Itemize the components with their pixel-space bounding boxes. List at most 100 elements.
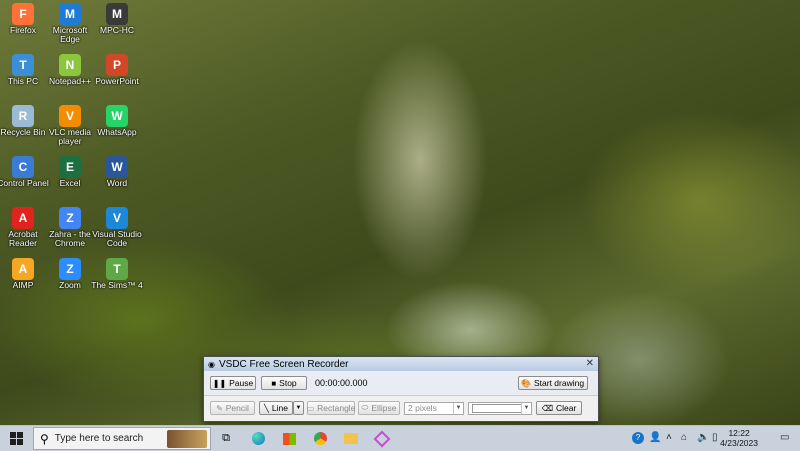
- rectangle-button[interactable]: ▭ Rectangle: [307, 401, 355, 415]
- this-pc-icon: T: [12, 54, 34, 76]
- search-icon: ⚲: [40, 431, 49, 446]
- network-icon[interactable]: ⌂: [681, 432, 687, 443]
- language-icon[interactable]: ▯: [712, 432, 718, 443]
- firefox-icon: F: [12, 3, 34, 25]
- edge-icon: [251, 432, 265, 445]
- taskbar-file-explorer[interactable]: [343, 430, 359, 447]
- recorder-drawing-row: ✎ Pencil ╲ Line ▼ ▭ Rectangle ⬭ Ellipse …: [204, 396, 598, 420]
- recorder-title: VSDC Free Screen Recorder: [218, 358, 349, 370]
- desktop-icon-word[interactable]: W Word: [89, 154, 145, 204]
- zoom-icon: Z: [59, 258, 81, 280]
- desktop-icon-label: PowerPoint: [95, 76, 139, 86]
- clock-date: 4/23/2023: [720, 438, 758, 448]
- pencil-label: Pencil: [225, 403, 249, 413]
- thickness-select[interactable]: 2 pixels ▼: [404, 401, 464, 415]
- vlc-icon: V: [59, 105, 81, 127]
- chevron-down-icon: ▼: [521, 402, 531, 414]
- chevron-down-icon: ▼: [453, 402, 463, 414]
- mpc-hc-icon: M: [106, 3, 128, 25]
- stop-label: Stop: [279, 378, 297, 388]
- recycle-bin-icon: R: [12, 105, 34, 127]
- file-explorer-icon: [344, 433, 358, 444]
- color-select[interactable]: ▼: [468, 401, 532, 415]
- excel-icon: E: [59, 156, 81, 178]
- pause-button[interactable]: ❚❚ Pause: [210, 376, 256, 390]
- recorder-titlebar[interactable]: ◉ VSDC Free Screen Recorder ✕: [204, 357, 598, 371]
- people-icon[interactable]: 👤: [649, 432, 661, 443]
- task-view-icon: ⧉: [222, 432, 230, 444]
- search-placeholder: Type here to search: [54, 433, 144, 444]
- palette-icon: 🎨: [521, 378, 531, 388]
- acrobat-reader-icon: A: [12, 207, 34, 229]
- microsoft-store-icon: [282, 432, 296, 445]
- taskbar-app[interactable]: [373, 430, 391, 447]
- sims-icon: T: [106, 258, 128, 280]
- taskbar-edge[interactable]: [250, 430, 266, 447]
- help-icon[interactable]: ?: [632, 432, 644, 444]
- chevron-up-icon[interactable]: ˄: [666, 432, 672, 443]
- search-highlight-icon: [167, 429, 207, 448]
- powerpoint-icon: P: [106, 54, 128, 76]
- ellipse-icon: ⬭: [361, 403, 369, 412]
- volume-icon[interactable]: 🔈: [697, 432, 709, 443]
- desktop-icon-label: WhatsApp: [97, 127, 137, 137]
- desktop-icon-powerpoint[interactable]: P PowerPoint: [89, 52, 145, 102]
- chrome-icon: Z: [59, 207, 81, 229]
- recorder-controls-row: ❚❚ Pause ■ Stop 00:00:00.000 🎨 Start dra…: [204, 371, 598, 396]
- clear-button[interactable]: ⌫ Clear: [536, 401, 582, 415]
- taskbar-store[interactable]: [281, 430, 297, 447]
- start-drawing-button[interactable]: 🎨 Start drawing: [517, 376, 588, 390]
- app-icon: [373, 430, 391, 447]
- taskbar-chrome[interactable]: [312, 430, 328, 447]
- clock-time: 12:22: [728, 428, 750, 438]
- desktop-icon-mpc-hc[interactable]: M MPC-HC: [89, 1, 145, 51]
- control-panel-icon: C: [12, 156, 34, 178]
- vscode-icon: V: [106, 207, 128, 229]
- ellipse-button[interactable]: ⬭ Ellipse: [358, 401, 400, 415]
- line-label: Line: [271, 403, 288, 413]
- close-icon[interactable]: ✕: [586, 358, 594, 369]
- aimp-icon: A: [12, 258, 34, 280]
- pencil-button[interactable]: ✎ Pencil: [210, 401, 255, 415]
- vsdc-recorder-window: ◉ VSDC Free Screen Recorder ✕ ❚❚ Pause ■…: [203, 356, 599, 422]
- windows-logo-icon: [9, 432, 23, 445]
- desktop: F Firefox M Microsoft Edge M MPC-HC T This PC N N…: [0, 0, 800, 425]
- word-icon: W: [106, 156, 128, 178]
- chrome-icon: [313, 432, 327, 445]
- desktop-icon-label: MPC-HC: [100, 25, 134, 35]
- thickness-value: 2 pixels: [408, 403, 437, 413]
- task-view-button[interactable]: ⧉: [218, 430, 234, 447]
- notepad-plus-plus-icon: N: [59, 54, 81, 76]
- clear-label: Clear: [556, 403, 577, 413]
- recording-timer: 00:00:00.000: [315, 378, 368, 388]
- pause-icon: ❚❚: [212, 378, 227, 388]
- ellipse-label: Ellipse: [371, 403, 397, 413]
- recorder-app-icon: ◉: [208, 359, 215, 369]
- whatsapp-icon: W: [106, 105, 128, 127]
- pause-label: Pause: [229, 378, 254, 388]
- clock[interactable]: 12:22 4/23/2023: [720, 428, 758, 448]
- start-drawing-label: Start drawing: [534, 378, 585, 388]
- desktop-icon-vscode[interactable]: V Visual Studio Code: [89, 205, 145, 255]
- rectangle-label: Rectangle: [317, 403, 356, 413]
- stop-icon: ■: [271, 378, 277, 388]
- color-swatch: [472, 403, 522, 413]
- desktop-icon-label: The Sims™ 4: [91, 280, 143, 290]
- desktop-icon-label: Word: [106, 178, 128, 188]
- notifications-icon[interactable]: ▭: [780, 432, 789, 443]
- eraser-icon: ⌫: [541, 403, 553, 413]
- line-icon: ╲: [264, 403, 269, 413]
- desktop-icon-label: Visual Studio Code: [92, 229, 142, 248]
- edge-icon: M: [59, 3, 81, 25]
- taskbar: ⚲ Type here to search ⧉ ? 👤 ˄ ⌂ 🔈 ▯ 12:2…: [0, 425, 800, 451]
- search-box[interactable]: ⚲ Type here to search: [33, 427, 211, 450]
- chevron-down-icon: ▼: [295, 405, 302, 411]
- line-button[interactable]: ╲ Line: [259, 401, 293, 415]
- start-button[interactable]: [6, 430, 26, 447]
- stop-button[interactable]: ■ Stop: [261, 376, 307, 390]
- line-dropdown-button[interactable]: ▼: [293, 401, 304, 415]
- rectangle-icon: ▭: [306, 403, 315, 413]
- desktop-icon-sims[interactable]: T The Sims™ 4: [89, 256, 145, 306]
- pencil-icon: ✎: [216, 403, 223, 413]
- desktop-icon-whatsapp[interactable]: W WhatsApp: [89, 103, 145, 153]
